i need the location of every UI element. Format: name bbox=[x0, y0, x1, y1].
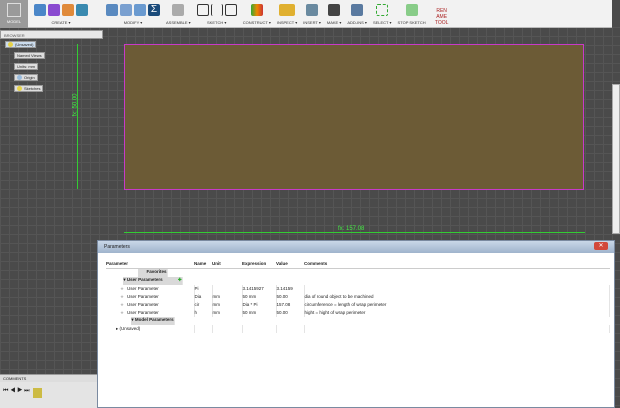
parameters-table: Parameter Name Unit Expression Value Com… bbox=[106, 259, 610, 333]
sketch-feature-icon[interactable] bbox=[32, 388, 42, 398]
browser-header[interactable]: BROWSER bbox=[0, 30, 103, 39]
timeline: ⏮ ◀ ▶ ⏭ bbox=[0, 382, 97, 408]
favorite-star-icon[interactable]: ★ bbox=[120, 310, 124, 315]
rename-tool-button[interactable]: REN AME TOOL bbox=[432, 0, 452, 26]
browser-item-root[interactable]: (Unsaved) bbox=[5, 41, 37, 48]
favorite-star-icon[interactable]: ★ bbox=[120, 286, 124, 291]
toolbar: MODEL CREATE ▾ Σ MODIFY ▾ ASSEMBLE ▾ SKET… bbox=[0, 0, 612, 28]
modify-group[interactable]: Σ MODIFY ▾ bbox=[106, 0, 160, 25]
model-parameters-row[interactable]: ▾ Model Parameters bbox=[112, 316, 194, 325]
joint-icon bbox=[172, 4, 185, 16]
dimension-icon bbox=[210, 4, 223, 16]
stop-sketch-button[interactable]: STOP SKETCH bbox=[398, 0, 426, 25]
sketch-rectangle[interactable] bbox=[124, 44, 584, 190]
form-icon bbox=[62, 4, 74, 16]
inspect-group[interactable]: INSPECT ▾ bbox=[277, 0, 297, 25]
press-pull-icon bbox=[106, 4, 118, 16]
select-icon bbox=[376, 4, 389, 16]
parameters-sigma-icon: Σ bbox=[148, 4, 160, 16]
favorites-row[interactable]: Favorites bbox=[112, 268, 194, 277]
user-parameters-row[interactable]: ▾ User Parameters ✚ bbox=[112, 276, 194, 285]
insert-group[interactable]: INSERT ▾ bbox=[303, 0, 321, 25]
box-icon bbox=[34, 4, 46, 16]
table-row[interactable]: ★ User Parameter Dia mm 50 mm 50.00 dia of rou… bbox=[106, 292, 610, 301]
comments-panel[interactable]: COMMENTS bbox=[0, 374, 97, 382]
split-icon bbox=[120, 4, 132, 16]
pipe-icon bbox=[76, 4, 88, 16]
close-button[interactable]: ✕ bbox=[594, 242, 608, 250]
browser-item-units[interactable]: Units: mm bbox=[14, 63, 38, 70]
lightbulb-icon[interactable] bbox=[8, 42, 13, 47]
workspace-switcher[interactable]: MODEL bbox=[0, 0, 28, 28]
table-row[interactable]: ★ User Parameter cir mm Dia * Pi 157.08 circum… bbox=[106, 300, 610, 309]
parameters-dialog: Parameters ✕ Parameter Name Unit Expressi… bbox=[97, 240, 615, 408]
assemble-group[interactable]: ASSEMBLE ▾ bbox=[166, 0, 191, 25]
create-group[interactable]: CREATE ▾ bbox=[34, 0, 88, 25]
playback-controls[interactable]: ⏮ ◀ ▶ ⏭ bbox=[3, 388, 30, 402]
add-parameter-icon[interactable]: ✚ bbox=[178, 277, 182, 282]
image-icon bbox=[306, 4, 319, 16]
lightbulb-icon[interactable] bbox=[17, 75, 22, 80]
dialog-title-bar[interactable]: Parameters ✕ bbox=[98, 241, 614, 253]
width-dimension-label[interactable]: fx: 157.08 bbox=[338, 226, 364, 232]
table-header: Parameter Name Unit Expression Value Com… bbox=[106, 259, 610, 269]
plane-icon bbox=[250, 4, 263, 16]
slot-icon bbox=[224, 4, 237, 16]
table-row[interactable]: ★ User Parameter Pi 3.1415927 3.14159 bbox=[106, 284, 610, 293]
select-group[interactable]: SELECT ▾ bbox=[373, 0, 392, 25]
width-dimension-line[interactable] bbox=[124, 232, 585, 233]
sketch-group[interactable]: SKETCH ▾ bbox=[196, 0, 237, 25]
height-dimension-label[interactable]: fx: 50.00 bbox=[73, 93, 79, 116]
construct-group[interactable]: CONSTRUCT ▾ bbox=[243, 0, 271, 25]
arc-icon bbox=[196, 4, 209, 16]
favorite-star-icon[interactable]: ★ bbox=[120, 294, 124, 299]
table-row[interactable]: ★ User Parameter h mm 50 mm 50.00 hight = high… bbox=[106, 308, 610, 317]
stop-sketch-icon bbox=[405, 4, 418, 16]
unsaved-row[interactable]: ▸ (Unsaved) bbox=[106, 324, 610, 333]
lightbulb-icon[interactable] bbox=[17, 86, 22, 91]
browser-item-origin[interactable]: Origin bbox=[14, 74, 38, 81]
measure-icon bbox=[279, 4, 296, 16]
addins-group[interactable]: ADD-INS ▾ bbox=[347, 0, 367, 25]
browser-item-named-views[interactable]: Named Views bbox=[14, 52, 45, 59]
scripts-icon bbox=[351, 4, 364, 16]
make-group[interactable]: MAKE ▾ bbox=[327, 0, 341, 25]
3d-print-icon bbox=[328, 4, 341, 16]
browser-item-sketches[interactable]: Sketches bbox=[14, 85, 44, 92]
model-icon bbox=[7, 3, 21, 17]
sphere-icon bbox=[48, 4, 60, 16]
favorite-star-icon[interactable]: ★ bbox=[120, 302, 124, 307]
move-icon bbox=[134, 4, 146, 16]
navigation-panel[interactable] bbox=[612, 84, 620, 234]
